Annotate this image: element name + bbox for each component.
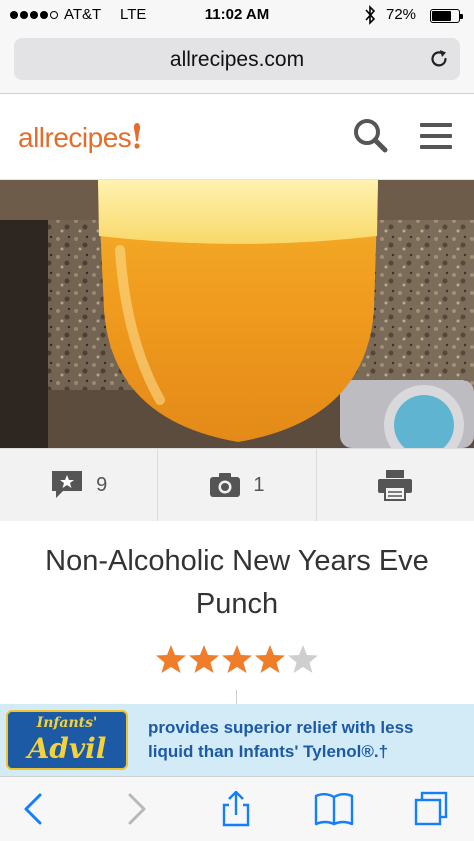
advertisement-banner[interactable]: Infants' Advil provides superior relief … [0, 704, 474, 776]
ad-copy-line-2: liquid than Infants' Tylenol®.† [148, 742, 389, 761]
reviews-count: 9 [96, 473, 108, 496]
ad-brand-top: Infants' [36, 715, 98, 731]
forward-icon[interactable] [116, 791, 156, 827]
rating-stars[interactable] [0, 643, 474, 675]
allrecipes-logo[interactable]: allrecipes [18, 121, 141, 154]
reviews-button[interactable]: 9 [0, 449, 159, 521]
star-filled-icon [189, 645, 219, 673]
url-bar[interactable]: allrecipes.com [14, 38, 460, 80]
print-icon [378, 470, 413, 501]
share-icon[interactable] [216, 791, 256, 827]
print-button[interactable] [317, 449, 474, 521]
ad-brand: Advil [27, 732, 107, 765]
hamburger-menu-icon[interactable] [420, 123, 452, 149]
site-header: allrecipes [0, 95, 474, 180]
back-icon[interactable] [14, 791, 54, 827]
camera-icon [210, 473, 241, 497]
search-icon[interactable] [352, 117, 388, 153]
star-filled-icon [255, 645, 285, 673]
advil-logo: Infants' Advil [6, 710, 128, 770]
browser-address-area: allrecipes.com [0, 32, 474, 94]
reload-icon[interactable] [428, 48, 450, 70]
photos-button[interactable]: 1 [158, 449, 317, 521]
punch-glass-image [0, 180, 474, 448]
star-filled-icon [222, 645, 252, 673]
tabs-icon[interactable] [412, 791, 452, 827]
star-filled-icon [156, 645, 186, 673]
recipe-title: Non-Alcoholic New Years Eve Punch [45, 545, 429, 620]
photos-count: 1 [253, 473, 265, 496]
bluetooth-icon [365, 5, 376, 25]
review-icon [52, 471, 83, 498]
browser-toolbar [0, 776, 474, 841]
logo-spoon-icon [134, 123, 141, 149]
url-text[interactable]: allrecipes.com [14, 48, 460, 72]
recipe-meta-row-partial [0, 690, 474, 704]
status-bar: AT&T LTE 11:02 AM 72% [0, 0, 474, 32]
recipe-photo[interactable] [0, 180, 474, 448]
battery-icon [430, 9, 463, 23]
bookmarks-icon[interactable] [314, 791, 354, 827]
star-empty-icon [288, 645, 318, 673]
ad-copy-line-1: provides superior relief with less [148, 718, 414, 737]
recipe-action-bar: 9 1 [0, 448, 474, 521]
battery-percent: 72% [386, 6, 417, 23]
logo-text: allrecipes [18, 122, 132, 153]
